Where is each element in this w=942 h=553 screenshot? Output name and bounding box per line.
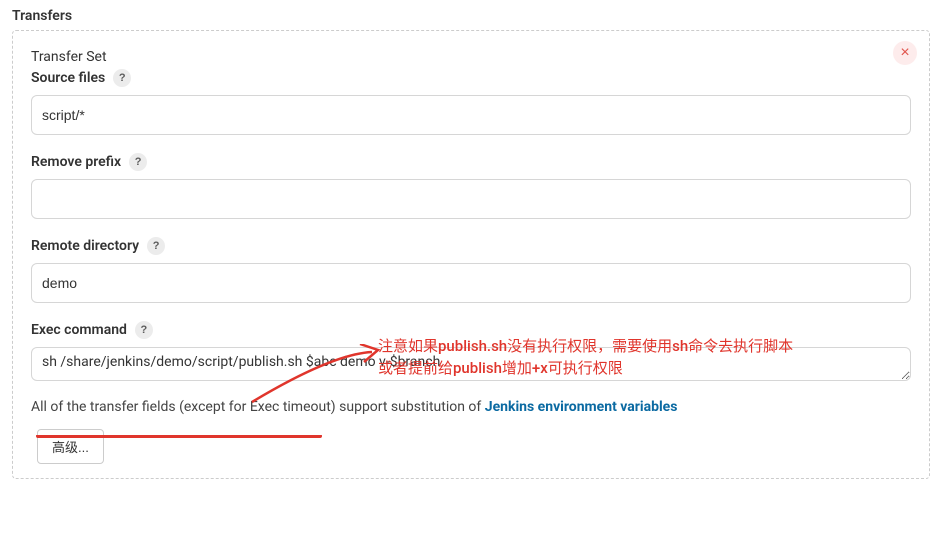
close-icon[interactable]: ×: [893, 41, 917, 65]
help-icon[interactable]: ?: [135, 321, 153, 339]
field-remote-directory: Remote directory ?: [31, 237, 911, 303]
help-icon[interactable]: ?: [129, 153, 147, 171]
field-source-files: Source files ?: [31, 69, 911, 135]
hint-text: All of the transfer fields (except for E…: [31, 399, 485, 415]
advanced-button[interactable]: 高级...: [37, 429, 104, 464]
jenkins-env-link[interactable]: Jenkins environment variables: [485, 399, 678, 415]
help-icon[interactable]: ?: [113, 69, 131, 87]
transfer-set-title: Transfer Set: [31, 49, 911, 65]
exec-command-input[interactable]: [31, 347, 911, 381]
transfer-set-panel: × Transfer Set Source files ? Remove pre…: [12, 30, 930, 479]
exec-command-label: Exec command: [31, 322, 127, 338]
remote-directory-input[interactable]: [31, 263, 911, 303]
source-files-label: Source files: [31, 70, 105, 86]
remote-directory-label: Remote directory: [31, 238, 139, 254]
field-exec-command: Exec command ?: [31, 321, 911, 385]
substitution-hint: All of the transfer fields (except for E…: [31, 399, 911, 415]
remove-prefix-input[interactable]: [31, 179, 911, 219]
source-files-input[interactable]: [31, 95, 911, 135]
field-remove-prefix: Remove prefix ?: [31, 153, 911, 219]
remove-prefix-label: Remove prefix: [31, 154, 121, 170]
section-header: Transfers: [0, 0, 942, 30]
help-icon[interactable]: ?: [147, 237, 165, 255]
